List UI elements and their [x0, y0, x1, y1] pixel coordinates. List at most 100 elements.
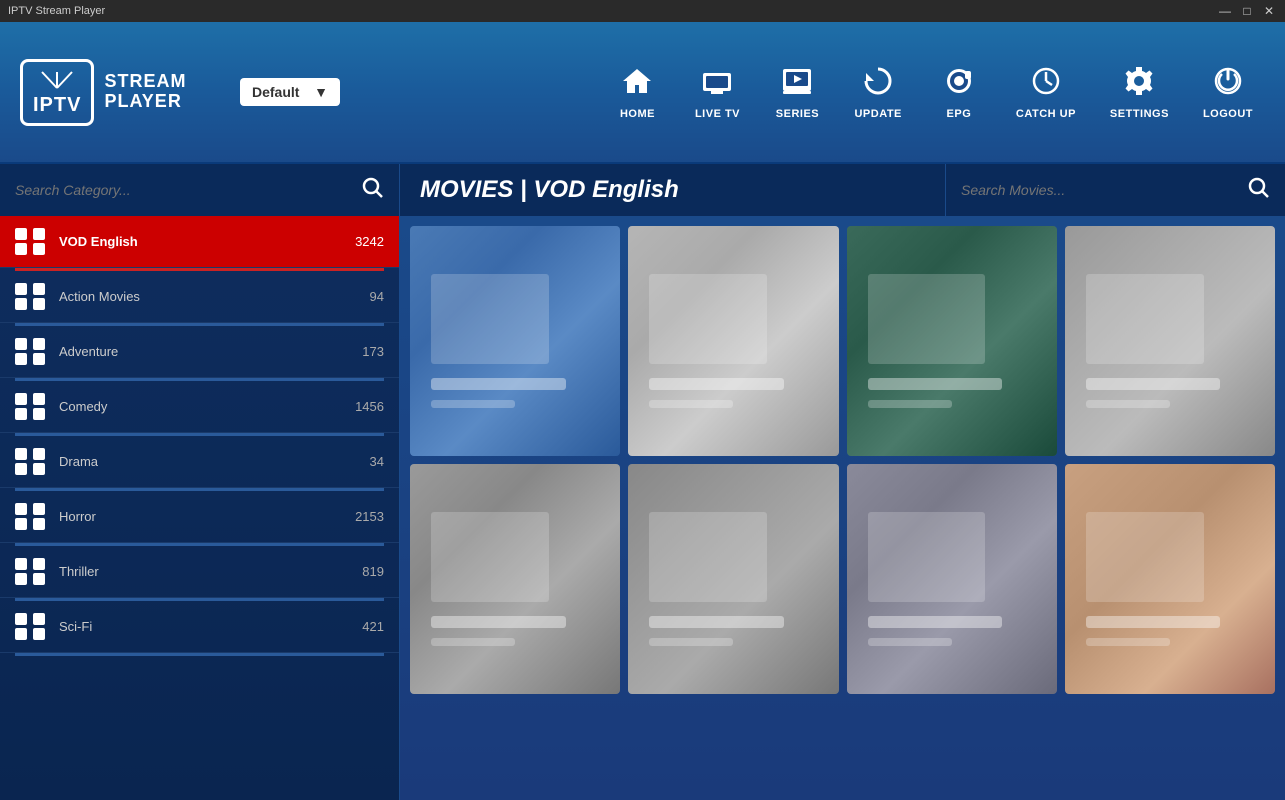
category-bar — [15, 653, 384, 656]
categories-list: VOD English 3242 Action Movies 94 Advent… — [0, 216, 399, 656]
minimize-button[interactable]: — — [1217, 4, 1233, 18]
category-name: Comedy — [59, 399, 343, 414]
category-item-all[interactable]: VOD English 3242 — [0, 216, 399, 268]
nav-update[interactable]: UPDATE — [842, 57, 913, 128]
thumb-subtitle — [649, 638, 733, 646]
nav-series-label: SERIES — [776, 108, 819, 120]
live-tv-icon — [701, 65, 733, 104]
search-bar: MOVIES | VOD English — [0, 164, 1285, 216]
profile-dropdown[interactable]: Default ▼ — [240, 78, 340, 106]
movie-card[interactable] — [410, 226, 620, 456]
search-category-area — [0, 164, 400, 216]
movie-card[interactable] — [410, 464, 620, 694]
search-category-input[interactable] — [15, 182, 362, 198]
category-item-cat4[interactable]: Comedy 1456 — [0, 381, 399, 433]
page-title-area: MOVIES | VOD English — [400, 176, 945, 204]
movie-card[interactable] — [847, 226, 1057, 456]
category-count: 3242 — [355, 234, 384, 249]
thumb-content — [431, 492, 599, 666]
nav-logout[interactable]: LOGOUT — [1191, 57, 1265, 128]
thumb-content — [868, 254, 1036, 428]
movie-card[interactable] — [847, 464, 1057, 694]
category-icon — [15, 613, 47, 640]
nav-catch-up-label: CATCH UP — [1016, 108, 1076, 120]
nav-live-tv[interactable]: LIVE TV — [682, 57, 752, 128]
nav-series[interactable]: SERIES — [762, 57, 832, 128]
category-count: 34 — [370, 454, 384, 469]
movie-card[interactable] — [628, 226, 838, 456]
logo-stream-player-text: STREAM PLAYER — [104, 72, 186, 112]
movie-card[interactable] — [1065, 464, 1275, 694]
category-count: 819 — [362, 564, 384, 579]
movie-thumbnail — [1065, 464, 1275, 694]
category-count: 421 — [362, 619, 384, 634]
close-button[interactable]: ✕ — [1261, 4, 1277, 18]
thumb-image — [868, 274, 986, 364]
thumb-title — [1086, 378, 1221, 390]
logo-box: IPTV — [20, 59, 94, 126]
sidebar: VOD English 3242 Action Movies 94 Advent… — [0, 216, 400, 800]
category-icon — [15, 448, 47, 475]
thumb-image — [649, 512, 767, 602]
category-item-cat8[interactable]: Sci-Fi 421 — [0, 601, 399, 653]
logo-iptv-text: IPTV — [33, 95, 81, 115]
movie-thumbnail — [628, 464, 838, 694]
maximize-button[interactable]: □ — [1239, 4, 1255, 18]
thumb-content — [431, 254, 599, 428]
category-count: 94 — [370, 289, 384, 304]
thumb-title — [1086, 616, 1221, 628]
movie-thumbnail — [410, 226, 620, 456]
category-name: Action Movies — [59, 289, 358, 304]
thumb-content — [1086, 254, 1254, 428]
thumb-title — [431, 616, 566, 628]
category-name: Drama — [59, 454, 358, 469]
category-icon — [15, 283, 47, 310]
title-bar-controls: — □ ✕ — [1217, 4, 1277, 18]
movie-thumbnail — [847, 464, 1057, 694]
thumb-image — [649, 274, 767, 364]
nav-catch-up[interactable]: CATCH UP — [1004, 57, 1088, 128]
category-count: 173 — [362, 344, 384, 359]
movie-thumbnail — [1065, 226, 1275, 456]
thumb-subtitle — [649, 400, 733, 408]
category-count: 1456 — [355, 399, 384, 414]
search-category-icon[interactable] — [362, 177, 384, 204]
page-title: MOVIES | VOD English — [420, 176, 679, 204]
thumb-subtitle — [1086, 638, 1170, 646]
settings-icon — [1123, 65, 1155, 104]
nav-logout-label: LOGOUT — [1203, 108, 1253, 120]
logo-antenna-icon — [37, 70, 77, 93]
thumb-image — [431, 512, 549, 602]
nav-epg[interactable]: EPG — [924, 57, 994, 128]
thumb-subtitle — [431, 638, 515, 646]
nav-settings[interactable]: SETTINGS — [1098, 57, 1181, 128]
thumb-content — [649, 254, 817, 428]
movie-card[interactable] — [628, 464, 838, 694]
category-icon — [15, 393, 47, 420]
title-bar: IPTV Stream Player — □ ✕ — [0, 0, 1285, 22]
category-icon — [15, 338, 47, 365]
movie-thumbnail — [847, 226, 1057, 456]
thumb-title — [649, 378, 784, 390]
thumb-subtitle — [868, 638, 952, 646]
category-item-cat2[interactable]: Action Movies 94 — [0, 271, 399, 323]
nav-live-tv-label: LIVE TV — [695, 108, 740, 120]
category-name: Horror — [59, 509, 343, 524]
category-item-cat7[interactable]: Thriller 819 — [0, 546, 399, 598]
category-item-cat5[interactable]: Drama 34 — [0, 436, 399, 488]
search-movies-icon[interactable] — [1248, 177, 1270, 204]
category-item-cat3[interactable]: Adventure 173 — [0, 326, 399, 378]
update-icon — [862, 65, 894, 104]
thumb-title — [431, 378, 566, 390]
movies-grid — [400, 216, 1285, 800]
logo-area: IPTV STREAM PLAYER — [20, 59, 220, 126]
category-item-cat6[interactable]: Horror 2153 — [0, 491, 399, 543]
movie-card[interactable] — [1065, 226, 1275, 456]
catch-up-icon — [1030, 65, 1062, 104]
category-icon — [15, 558, 47, 585]
category-name: Thriller — [59, 564, 350, 579]
search-movies-input[interactable] — [961, 182, 1248, 198]
thumb-subtitle — [1086, 400, 1170, 408]
nav-home[interactable]: HOME — [602, 57, 672, 128]
nav-items: HOME LIVE TV SERIES — [360, 57, 1265, 128]
